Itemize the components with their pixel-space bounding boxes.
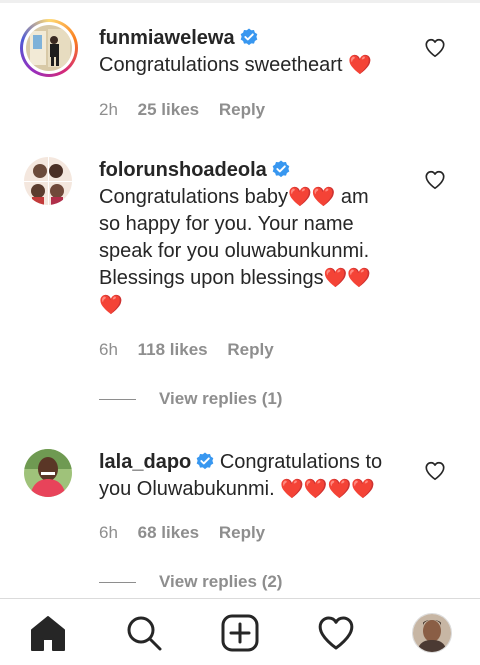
comment-text: Congratulations to: [219, 451, 383, 473]
comment-text: you Oluwabukunmi.: [99, 478, 275, 500]
comment-meta: 6h 118 likes Reply: [99, 340, 289, 360]
replies-divider: [99, 582, 136, 583]
comment-likes[interactable]: 25 likes: [138, 100, 199, 119]
comment-text: Congratulations baby: [99, 186, 289, 208]
heart-emoji: ❤️: [348, 55, 372, 76]
view-replies-label: View replies (1): [159, 389, 283, 408]
comment-text: speak for you oluwabunkunmi.: [99, 240, 370, 262]
comment-username[interactable]: folorunshoadeola: [99, 159, 267, 181]
comment-time: 6h: [99, 523, 118, 542]
comment-likes[interactable]: 118 likes: [138, 340, 208, 359]
heart-emoji: ❤️❤️: [323, 268, 371, 289]
view-replies-button[interactable]: View replies (2): [99, 572, 359, 594]
comment-body: funmiawelewa Congratulations sweetheart …: [99, 25, 399, 79]
avatar[interactable]: [20, 19, 78, 77]
comment-body: lala_dapo Congratulations to you Oluwabu…: [99, 449, 404, 503]
like-comment-icon[interactable]: [424, 37, 446, 59]
comment-text: Congratulations sweetheart: [99, 54, 343, 76]
avatar[interactable]: [24, 449, 72, 497]
comment-likes[interactable]: 68 likes: [138, 523, 199, 542]
comment-time: 6h: [99, 340, 118, 359]
heart-emoji: ❤️: [99, 295, 123, 316]
reply-button[interactable]: Reply: [219, 523, 265, 542]
new-post-icon[interactable]: [220, 613, 260, 653]
comment-meta: 6h 68 likes Reply: [99, 523, 280, 543]
comment-text: am: [335, 186, 369, 208]
replies-divider: [99, 399, 136, 400]
reply-button[interactable]: Reply: [219, 100, 265, 119]
comment-username[interactable]: lala_dapo: [99, 451, 191, 473]
comment-meta: 2h 25 likes Reply: [99, 100, 280, 120]
reply-button[interactable]: Reply: [227, 340, 273, 359]
home-icon[interactable]: [28, 613, 68, 653]
top-divider: [0, 0, 480, 3]
comment-body: folorunshoadeola Congratulations baby❤️❤…: [99, 157, 404, 319]
heart-emoji: ❤️❤️: [288, 187, 336, 208]
view-replies-label: View replies (2): [159, 572, 283, 591]
verified-badge-icon: [240, 27, 258, 46]
profile-avatar[interactable]: [412, 613, 452, 653]
verified-badge-icon: [272, 159, 290, 178]
bottom-nav: [0, 598, 480, 665]
comment-text: Blessings upon blessings: [99, 267, 324, 289]
comment-time: 2h: [99, 100, 118, 119]
activity-icon[interactable]: [316, 613, 356, 653]
like-comment-icon[interactable]: [424, 169, 446, 191]
comment-text: so happy for you. Your name: [99, 213, 354, 235]
avatar[interactable]: [24, 157, 72, 205]
like-comment-icon[interactable]: [424, 460, 446, 482]
heart-emoji: ❤️❤️❤️❤️: [280, 479, 375, 500]
comment-username[interactable]: funmiawelewa: [99, 27, 235, 49]
verified-badge-icon: [196, 451, 214, 470]
view-replies-button[interactable]: View replies (1): [99, 389, 359, 411]
search-icon[interactable]: [124, 613, 164, 653]
